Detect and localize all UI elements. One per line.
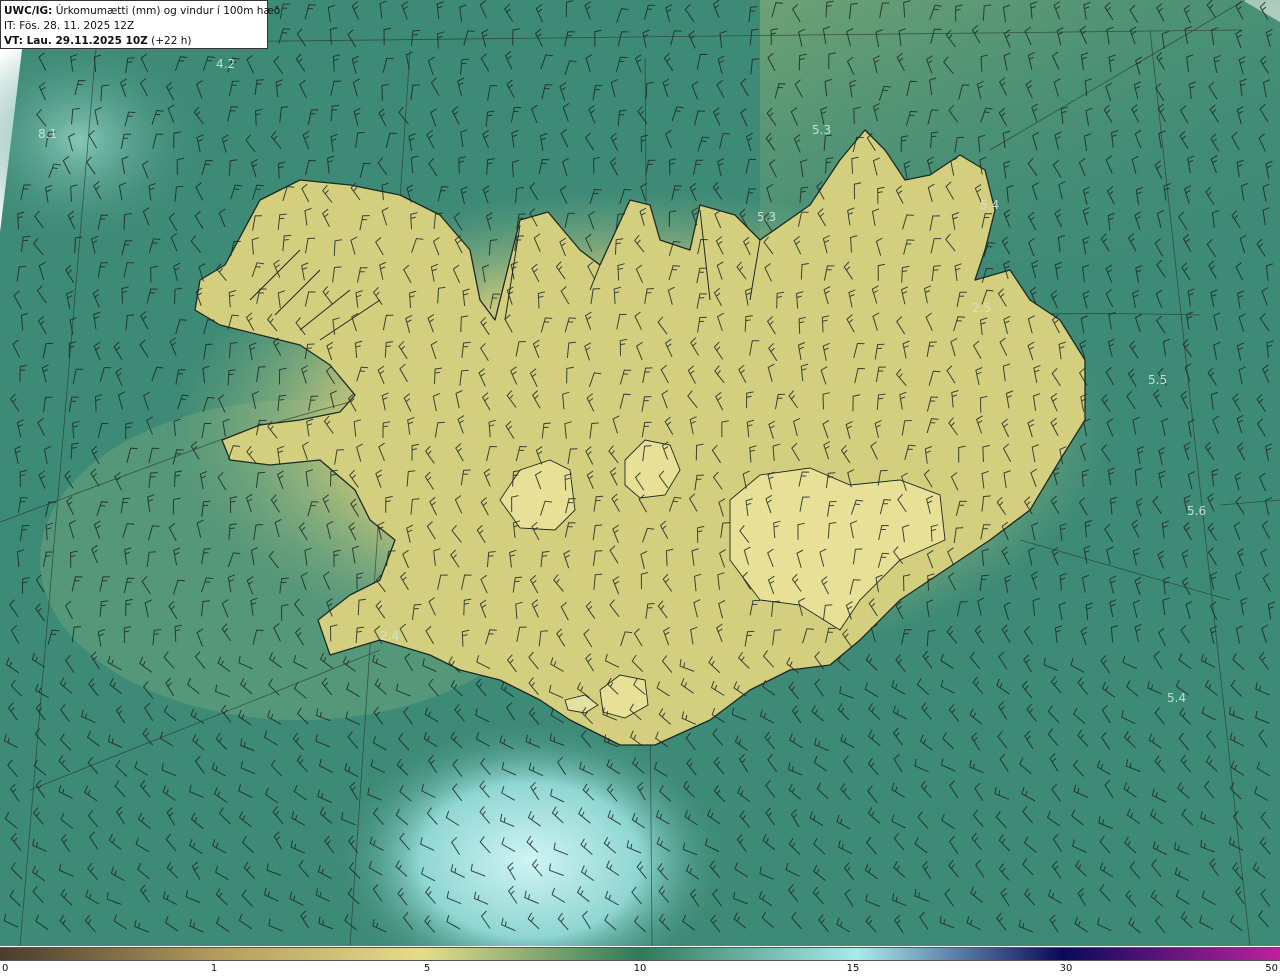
model-name: UWC/IG: xyxy=(4,5,53,17)
init-time: IT: Fös. 28. 11. 2025 12Z xyxy=(4,20,135,32)
precipitation-map: 4.2 8.1 5.3 5.3 5.4 2.5 5.5 5.6 5.4 2.4 … xyxy=(0,0,1280,946)
colorbar-tick: 15 xyxy=(846,963,860,974)
map-title-box: UWC/IG: Úrkomumætti (mm) og vindur í 100… xyxy=(0,0,280,49)
map-value-label: 2.5 xyxy=(972,301,991,315)
product-title: Úrkomumætti (mm) og vindur í 100m hæð xyxy=(55,5,281,17)
map-value-label: 8.1 xyxy=(38,127,57,141)
map-value-label: 5.4 xyxy=(980,198,999,212)
map-value-label: 2.4 xyxy=(380,629,399,643)
colorbar-tick-labels: 0 1 5 10 15 30 50 xyxy=(0,963,1280,978)
map-value-label: 5.3 xyxy=(812,123,831,137)
map-value-label: 5.4 xyxy=(1167,691,1186,705)
colorbar-tick: 10 xyxy=(633,963,647,974)
colorbar-tick: 5 xyxy=(423,963,431,974)
map-page: 4.2 8.1 5.3 5.3 5.4 2.5 5.5 5.6 5.4 2.4 … xyxy=(0,0,1280,978)
valid-time-line: VT: Lau. 29.11.2025 10Z (+22 h) xyxy=(4,34,267,49)
colorbar-tick: 30 xyxy=(1059,963,1073,974)
map-value-label: 5.5 xyxy=(1148,373,1167,387)
map-value-label: 4.2 xyxy=(216,57,235,71)
valid-time: VT: Lau. 29.11.2025 10Z xyxy=(4,35,148,47)
map-value-label: 3.0 xyxy=(572,696,591,710)
colorbar-tick: 50 xyxy=(1265,963,1278,974)
map-value-label: 5.6 xyxy=(1187,504,1206,518)
colorbar-tick: 1 xyxy=(210,963,218,974)
title-line: UWC/IG: Úrkomumætti (mm) og vindur í 100… xyxy=(4,4,280,19)
forecast-hour: (+22 h) xyxy=(151,35,192,47)
precipitation-colorbar xyxy=(0,947,1280,961)
colorbar-tick: 0 xyxy=(2,963,9,974)
map-value-label: 5.3 xyxy=(757,210,776,224)
